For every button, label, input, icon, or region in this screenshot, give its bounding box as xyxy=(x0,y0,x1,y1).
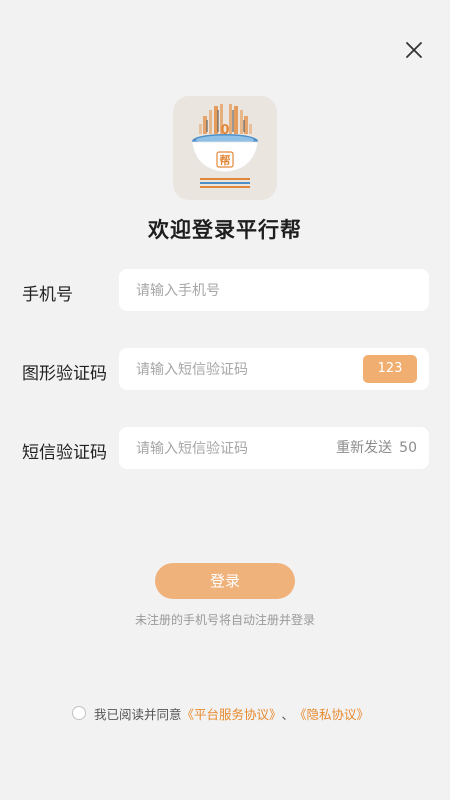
resend-label: 重新发送 xyxy=(336,440,393,456)
sms-label: 短信验证码 xyxy=(22,443,107,463)
captcha-input[interactable] xyxy=(134,348,338,392)
app-logo: 0 帮 xyxy=(173,96,277,200)
captcha-image-button[interactable]: 123 xyxy=(363,355,417,383)
page-title: 欢迎登录平行帮 xyxy=(148,218,302,242)
resend-countdown: 50 xyxy=(399,440,417,456)
agreement-separator: 、 xyxy=(281,706,295,722)
agreement-prefix: 我已阅读并同意 xyxy=(94,706,182,722)
privacy-agreement-link[interactable]: 《隐私协议》 xyxy=(294,704,369,723)
service-agreement-link[interactable]: 《平台服务协议》 xyxy=(182,704,282,723)
close-button[interactable] xyxy=(402,38,426,62)
captcha-field: 123 xyxy=(119,348,429,392)
phone-label: 手机号 xyxy=(22,285,73,305)
agreement-checkbox[interactable] xyxy=(72,706,86,720)
phone-input[interactable] xyxy=(134,269,338,313)
phone-field xyxy=(119,269,429,313)
sms-code-input[interactable] xyxy=(134,427,338,471)
sms-field: 重新发送 50 xyxy=(119,427,429,471)
auto-register-hint: 未注册的手机号将自动注册并登录 xyxy=(134,613,315,627)
resend-sms-button[interactable]: 重新发送 50 xyxy=(336,427,417,469)
agreement-row: 我已阅读并同意 《平台服务协议》 、 《隐私协议》 xyxy=(72,703,369,723)
login-button[interactable]: 登录 xyxy=(155,563,295,599)
svg-text:帮: 帮 xyxy=(220,153,231,167)
captcha-label: 图形验证码 xyxy=(22,364,107,384)
close-icon xyxy=(406,42,422,58)
